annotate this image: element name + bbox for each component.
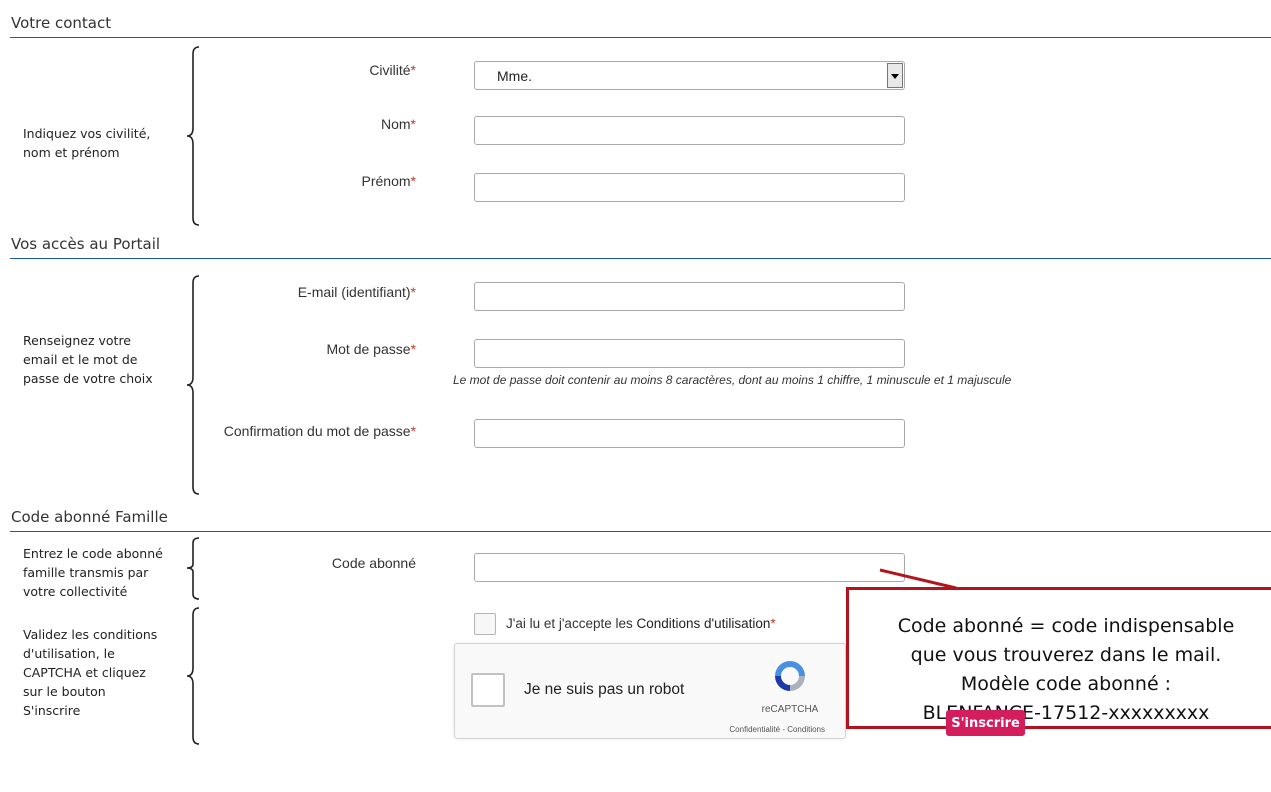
terms-checkbox[interactable] (474, 613, 496, 635)
brace-icon (183, 275, 205, 495)
label-civilite: Civilité* (369, 62, 416, 78)
section-title-code: Code abonné Famille (11, 508, 168, 526)
section-divider (10, 258, 1271, 259)
label-email: E-mail (identifiant)* (297, 284, 416, 300)
civilite-select[interactable]: Mme. (474, 61, 905, 90)
brace-icon (183, 46, 205, 226)
label-code-abonne: Code abonné (331, 555, 416, 571)
label-prenom: Prénom* (361, 173, 416, 189)
section-hint-validate: Validez les conditions d'utilisation, le… (23, 627, 158, 718)
recaptcha-links[interactable]: Confidentialité - Conditions (705, 725, 825, 734)
annotation-callout: Code abonné = code indispensable que vou… (846, 587, 1271, 729)
email-input[interactable] (474, 282, 905, 311)
section-divider (10, 531, 1271, 532)
brace-icon (183, 607, 205, 745)
callout-line: Code abonné = code indispensable (897, 615, 1235, 637)
section-title-contact: Votre contact (11, 14, 112, 32)
section-hint-access: Renseignez votre email et le mot de pass… (23, 333, 153, 386)
brace-icon (183, 537, 205, 600)
section-title-access: Vos accès au Portail (11, 235, 161, 253)
section-divider (10, 37, 1271, 38)
prenom-input[interactable] (474, 173, 905, 202)
label-nom: Nom* (380, 116, 416, 132)
recaptcha-logo-icon (775, 661, 805, 691)
civilite-value: Mme. (497, 68, 532, 84)
terms-link[interactable]: Conditions d'utilisation (636, 616, 770, 631)
callout-line: BLENFANCE-17512-xxxxxxxxx (922, 702, 1210, 724)
nom-input[interactable] (474, 116, 905, 145)
password-input[interactable] (474, 339, 905, 368)
section-hint-contact: Indiquez vos civilité, nom et prénom (23, 126, 151, 160)
password-confirm-input[interactable] (474, 419, 905, 448)
terms-label: J'ai lu et j'accepte les Conditions d'ut… (506, 616, 776, 631)
label-password: Mot de passe* (326, 341, 416, 357)
section-hint-code: Entrez le code abonné famille transmis p… (23, 546, 163, 599)
recaptcha-widget: Je ne suis pas un robot reCAPTCHA Confid… (454, 643, 846, 739)
sinscrire-button[interactable]: S'inscrire (946, 710, 1025, 736)
recaptcha-checkbox[interactable] (471, 673, 505, 707)
label-password-confirm: Confirmation du mot de passe* (223, 423, 416, 439)
callout-line: Modèle code abonné : (960, 673, 1172, 695)
recaptcha-label: Je ne suis pas un robot (524, 681, 685, 698)
callout-line: que vous trouverez dans le mail. (910, 644, 1222, 666)
code-abonne-input[interactable] (474, 553, 905, 582)
recaptcha-brand: reCAPTCHA (761, 704, 819, 715)
password-hint: Le mot de passe doit contenir au moins 8… (453, 373, 1012, 387)
chevron-down-icon[interactable] (887, 63, 903, 88)
